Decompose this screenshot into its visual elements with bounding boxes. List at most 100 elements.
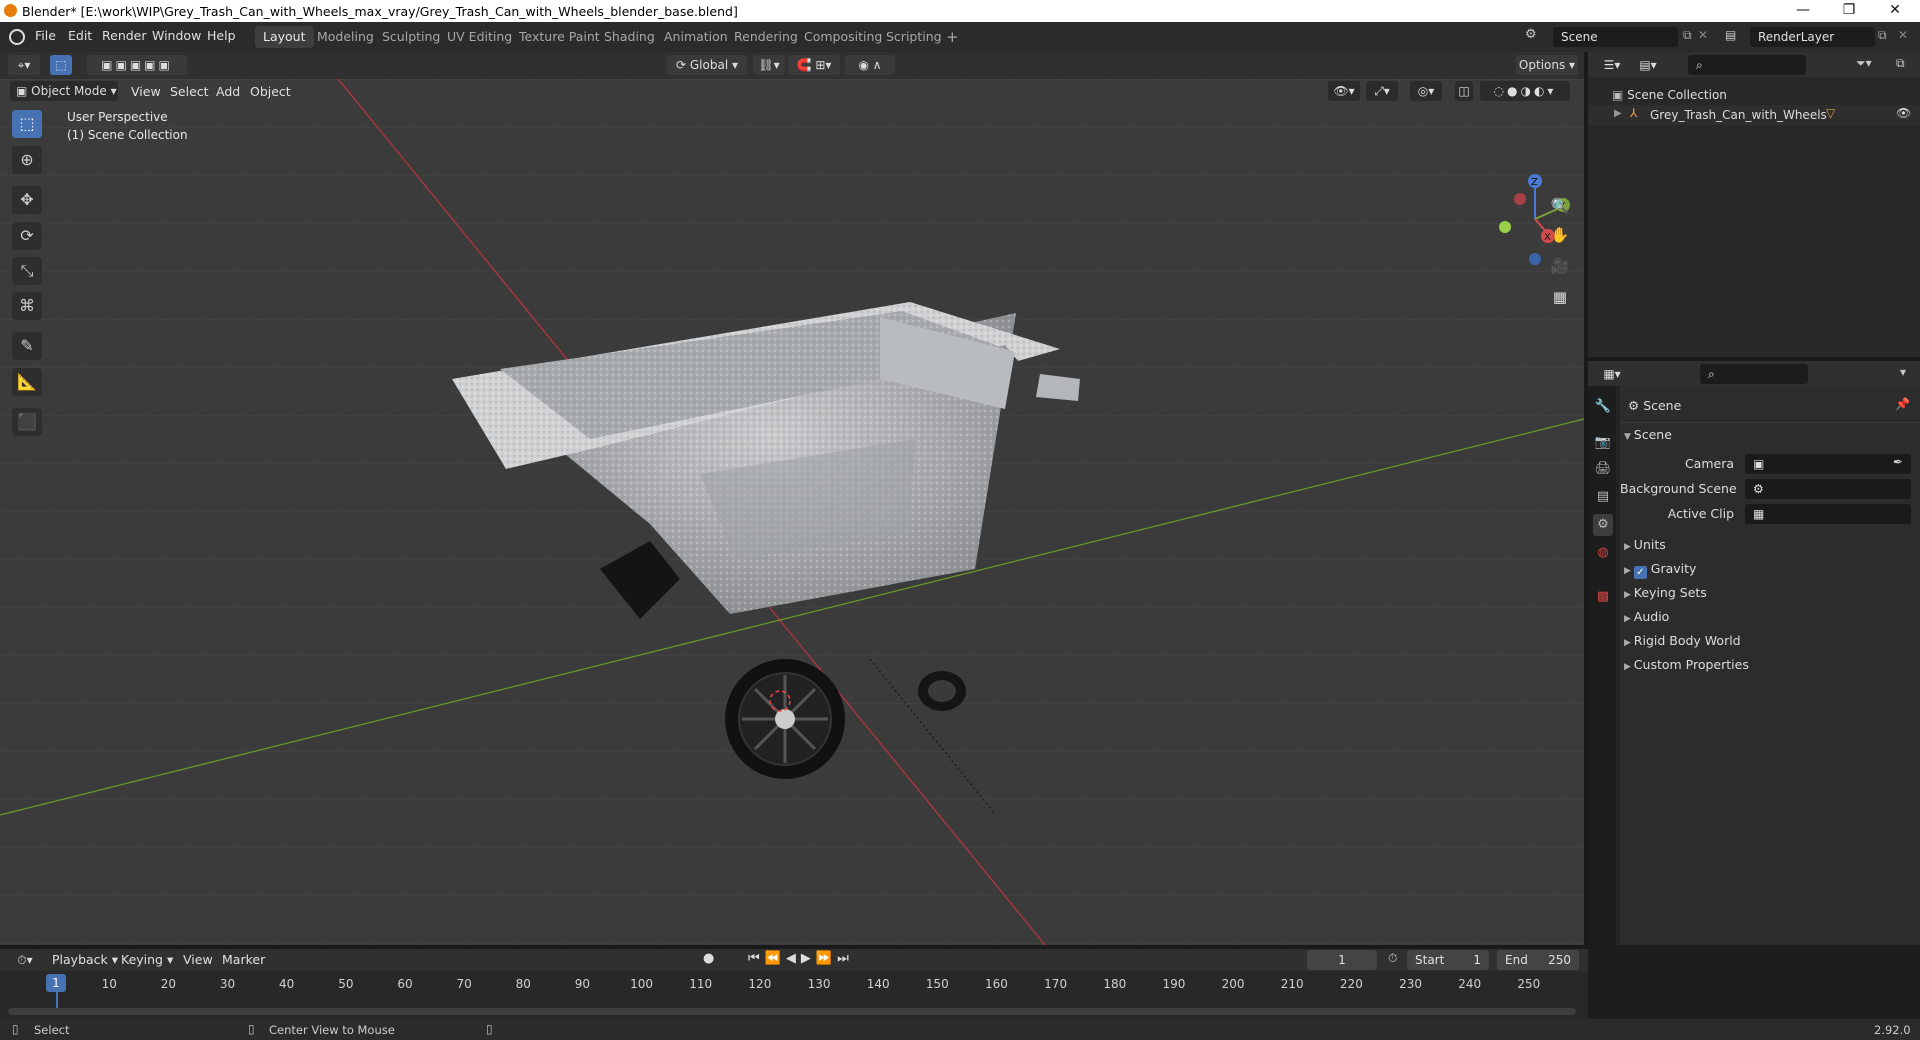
rotate-tool-icon[interactable]: ⟳ [12, 222, 42, 250]
camera-field[interactable]: ▣ [1745, 454, 1911, 474]
scene-section-header[interactable]: ▼ Scene [1624, 425, 1672, 445]
eyedropper-icon[interactable]: ✒ [1893, 455, 1903, 469]
panel-gravity[interactable]: ▶ ✓ Gravity [1624, 559, 1696, 579]
mode-dropdown[interactable]: ▣ Object Mode ▾ [10, 81, 118, 101]
panel-units[interactable]: ▶ Units [1624, 535, 1666, 555]
background-scene-field[interactable]: ⚙ [1745, 479, 1911, 499]
selection-mode-icons[interactable]: ▣▣▣▣▣ [87, 55, 187, 75]
camera-view-icon[interactable]: 🎥 [1547, 253, 1573, 279]
eye-icon[interactable]: 👁 [1896, 106, 1911, 120]
menu-file[interactable]: File [35, 28, 56, 43]
viewlayer-tab-icon[interactable]: ▤ [1593, 486, 1613, 508]
expand-arrow-icon[interactable]: ▶ [1614, 108, 1622, 119]
viewlayer-selector[interactable]: RenderLayer [1750, 27, 1875, 47]
tab-compositing[interactable]: Compositing [796, 26, 890, 48]
viewport-menu-add[interactable]: Add [216, 84, 240, 99]
tab-modeling[interactable]: Modeling [309, 26, 382, 48]
render-tab-icon[interactable]: 📷 [1593, 432, 1613, 454]
playback-controls[interactable]: ⏮⏪◀▶⏩⏭ [748, 951, 854, 966]
properties-search-input[interactable]: ⌕ [1700, 364, 1808, 384]
new-collection-icon[interactable]: ⧉ [1896, 56, 1905, 71]
scale-tool-icon[interactable]: ⤡ [12, 257, 42, 285]
proportional-edit-icon[interactable]: ◉ ∧ [845, 55, 895, 75]
panel-audio[interactable]: ▶ Audio [1624, 607, 1669, 627]
menu-render[interactable]: Render [102, 28, 147, 43]
timeline-menu-playback[interactable]: Playback ▾ [52, 952, 118, 967]
start-frame-field[interactable]: Start 1 [1407, 950, 1489, 970]
pan-hand-icon[interactable]: ✋ [1547, 222, 1573, 248]
move-tool-icon[interactable]: ✥ [12, 186, 42, 214]
pin-icon[interactable]: 📌 [1895, 397, 1910, 411]
add-cube-tool-icon[interactable]: ⬛ [12, 408, 42, 436]
annotate-tool-icon[interactable]: ✎ [12, 332, 42, 360]
remove-viewlayer-icon[interactable]: ✕ [1898, 28, 1908, 42]
measure-tool-icon[interactable]: 📐 [12, 368, 42, 396]
tab-rendering[interactable]: Rendering [726, 26, 806, 48]
timeline-menu-marker[interactable]: Marker [222, 952, 265, 967]
tab-layout[interactable]: Layout [255, 26, 314, 48]
tab-shading[interactable]: Shading [596, 26, 663, 48]
outliner-editor-type-icon[interactable]: ☰▾ [1596, 55, 1628, 75]
3d-viewport[interactable]: Z Y X [0, 79, 1584, 945]
scene-selector[interactable]: Scene [1553, 27, 1678, 47]
remove-scene-icon[interactable]: ✕ [1698, 28, 1708, 42]
current-frame-field[interactable]: 1 [1307, 950, 1377, 970]
display-mode-icon[interactable]: ▤▾ [1632, 55, 1664, 75]
tool-tab-icon[interactable]: 🔧 [1593, 396, 1613, 418]
new-viewlayer-icon[interactable]: ⧉ [1878, 28, 1887, 43]
transform-orientation-dropdown[interactable]: ⟳ Global ▾ [667, 55, 747, 75]
tab-uv-editing[interactable]: UV Editing [439, 26, 520, 48]
end-frame-field[interactable]: End 250 [1497, 950, 1579, 970]
timeline-scrollbar[interactable] [8, 1008, 1576, 1015]
zoom-icon[interactable]: 🔍 [1547, 193, 1573, 219]
panel-rigid-body-world[interactable]: ▶ Rigid Body World [1624, 631, 1741, 651]
tab-animation[interactable]: Animation [656, 26, 736, 48]
menu-edit[interactable]: Edit [68, 28, 92, 43]
select-box-icon[interactable]: ⬚ [50, 55, 72, 75]
select-tool-icon[interactable]: ⬚ [12, 110, 42, 138]
outliner-row[interactable]: ▶ ⅄ Grey_Trash_Can_with_Wheels ▽ 👁 [1588, 105, 1920, 125]
viewport-canvas[interactable]: Z Y X [0, 79, 1584, 945]
viewport-menu-view[interactable]: View [131, 84, 161, 99]
blender-menu-icon[interactable] [9, 29, 25, 45]
scene-tab-icon[interactable]: ⚙ [1593, 514, 1613, 536]
snap-icon[interactable]: 🧲 ⊞▾ [788, 55, 840, 75]
new-scene-icon[interactable]: ⧉ [1683, 28, 1692, 43]
minimize-button[interactable]: — [1780, 0, 1826, 22]
menu-help[interactable]: Help [207, 28, 236, 43]
overlays-icon[interactable]: ◎▾ [1410, 81, 1442, 101]
filter-icon[interactable]: ⏷▾ [1856, 56, 1872, 71]
timeline-menu-view[interactable]: View [183, 952, 213, 967]
shading-mode-icons[interactable]: ◌●◑◐▾ [1480, 81, 1570, 101]
timeline-menu-keying[interactable]: Keying ▾ [121, 952, 173, 967]
scene-icon[interactable]: ⚙ [1525, 27, 1549, 47]
transform-tool-icon[interactable]: ⌘ [12, 292, 42, 320]
pivot-point-icon[interactable]: ⛓▾ [753, 55, 785, 75]
gravity-checkbox[interactable]: ✓ [1633, 566, 1647, 579]
menu-window[interactable]: Window [152, 28, 201, 43]
active-clip-field[interactable]: ▦ [1745, 504, 1911, 524]
tab-sculpting[interactable]: Sculpting [374, 26, 448, 48]
visibility-icon[interactable]: 👁▾ [1328, 81, 1360, 101]
viewport-menu-select[interactable]: Select [170, 84, 209, 99]
texture-tab-icon[interactable]: ▩ [1593, 586, 1613, 608]
record-icon[interactable]: ● [703, 951, 714, 966]
properties-editor-type-icon[interactable]: ▦▾ [1596, 364, 1628, 384]
perspective-toggle-icon[interactable]: ▦ [1547, 284, 1573, 310]
playhead[interactable]: 1 [46, 974, 66, 992]
options-dropdown[interactable]: Options ▾ [1516, 55, 1578, 75]
timeline-editor-type-icon[interactable]: ⏱▾ [10, 950, 40, 970]
panel-custom-properties[interactable]: ▶ Custom Properties [1624, 655, 1749, 675]
properties-options-icon[interactable]: ▾ [1900, 365, 1906, 379]
panel-keying-sets[interactable]: ▶ Keying Sets [1624, 583, 1707, 603]
tab-texture-paint[interactable]: Texture Paint [511, 26, 608, 48]
outliner-scene-collection[interactable]: ▣ Scene Collection [1612, 85, 1727, 105]
gizmo-toggle-icon[interactable]: ⤢▾ [1366, 81, 1398, 101]
world-tab-icon[interactable]: ◍ [1593, 542, 1613, 564]
viewport-menu-object[interactable]: Object [250, 84, 291, 99]
stopwatch-icon[interactable]: ⏱ [1388, 951, 1397, 966]
outliner-search-input[interactable]: ⌕ [1688, 55, 1806, 75]
xray-icon[interactable]: ◫ [1455, 81, 1473, 101]
viewlayer-icon[interactable]: ▤ [1725, 28, 1736, 42]
output-tab-icon[interactable]: 🖨 [1593, 458, 1613, 480]
